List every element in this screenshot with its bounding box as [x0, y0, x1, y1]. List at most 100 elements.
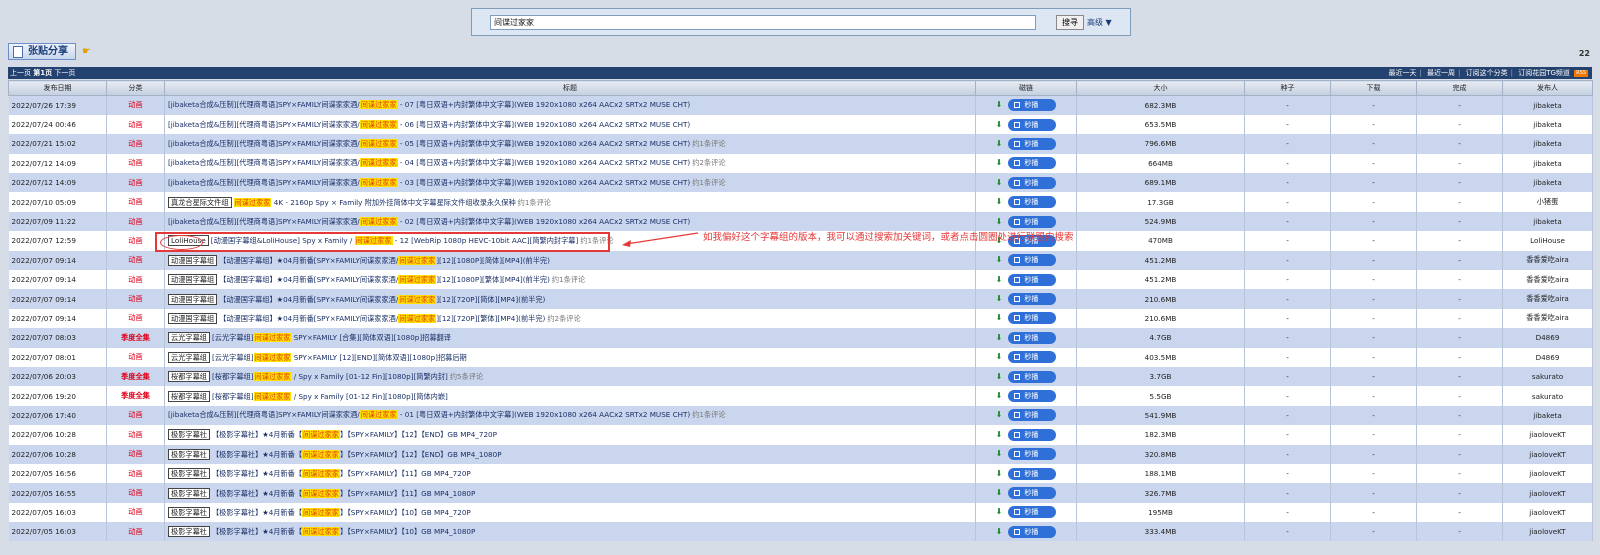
row-uploader-link[interactable]: 香香爱吃aira [1502, 308, 1593, 329]
team-tag-link[interactable]: LoliHouse [168, 235, 209, 247]
instant-play-button[interactable]: 秒播 [1008, 409, 1057, 422]
header-col-uploader[interactable]: 发布人 [1502, 80, 1593, 96]
row-uploader-link[interactable]: D4869 [1502, 328, 1593, 348]
download-arrow-icon[interactable]: ⬇ [996, 391, 1003, 400]
title-link[interactable]: [jibaketa合成&压制][代理商粤语]SPY×FAMILY间谍家家酒/间谍… [168, 100, 690, 110]
title-link[interactable]: [jibaketa合成&压制][代理商粤语]SPY×FAMILY间谍家家酒/间谍… [168, 177, 690, 187]
instant-play-button[interactable]: 秒播 [1008, 428, 1057, 441]
title-link[interactable]: 【极影字幕社】★4月新番【间谍过家家】【SPY×FAMILY】【10】GB MP… [212, 507, 471, 517]
team-tag-link[interactable]: 动漫国字幕组 [168, 312, 218, 324]
download-arrow-icon[interactable]: ⬇ [996, 507, 1003, 516]
download-arrow-icon[interactable]: ⬇ [996, 100, 1003, 109]
instant-play-button[interactable]: 秒播 [1008, 196, 1057, 209]
row-uploader-link[interactable]: jiaoloveKT [1502, 425, 1593, 445]
instant-play-button[interactable]: 秒播 [1008, 234, 1057, 247]
title-link[interactable]: [jibaketa合成&压制][代理商粤语]SPY×FAMILY间谍家家酒/间谍… [168, 410, 690, 420]
title-link[interactable]: 【动漫国字幕组】★04月新番[SPY×FAMILY间谍家家酒/间谍过家家][12… [219, 313, 545, 323]
row-category-link[interactable]: 动画 [106, 231, 165, 251]
title-link[interactable]: [jibaketa合成&压制][代理商粤语]SPY×FAMILY间谍家家酒/间谍… [168, 138, 690, 148]
title-link[interactable]: [桜都字幕组]间谍过家家 / Spy x Family [01-12 Fin][… [212, 391, 448, 401]
row-category-link[interactable]: 动画 [106, 95, 165, 115]
row-uploader-link[interactable]: 香香爱吃aira [1502, 250, 1593, 271]
header-col-completed[interactable]: 完成 [1416, 80, 1503, 96]
row-category-link[interactable]: 季度全集 [106, 366, 165, 387]
header-col-magnet[interactable]: 磁链 [975, 80, 1077, 96]
team-tag-link[interactable]: 真龙合星际文件组 [168, 196, 232, 208]
title-link[interactable]: 【动漫国字幕组】★04月新番[SPY×FAMILY间谍家家酒/间谍过家家][12… [219, 255, 550, 265]
title-link[interactable]: [动漫国字幕组&LoliHouse] Spy x Family / 间谍过家家 … [211, 236, 578, 246]
row-category-link[interactable]: 动画 [106, 425, 165, 445]
download-arrow-icon[interactable]: ⬇ [996, 469, 1003, 478]
row-uploader-link[interactable]: jibaketa [1502, 211, 1593, 232]
row-category-link[interactable]: 季度全集 [106, 328, 165, 348]
download-arrow-icon[interactable]: ⬇ [996, 313, 1003, 322]
instant-play-button[interactable]: 秒播 [1008, 137, 1057, 150]
team-tag-link[interactable]: 桜都字幕组 [168, 371, 210, 383]
instant-play-button[interactable]: 秒播 [1008, 525, 1057, 538]
row-uploader-link[interactable]: 香香爱吃aira [1502, 270, 1593, 290]
search-input[interactable] [490, 15, 1036, 30]
subscribe-category-link[interactable]: 订阅这个分类 [1466, 69, 1508, 77]
row-uploader-link[interactable]: jibaketa [1502, 134, 1593, 154]
download-arrow-icon[interactable]: ⬇ [996, 372, 1003, 381]
row-uploader-link[interactable]: 小猪蛋 [1502, 192, 1593, 212]
download-arrow-icon[interactable]: ⬇ [996, 217, 1003, 226]
header-col-title[interactable]: 标题 [164, 80, 976, 96]
team-tag-link[interactable]: 极影字幕社 [168, 429, 210, 441]
instant-play-button[interactable]: 秒播 [1008, 118, 1057, 131]
title-link[interactable]: 【动漫国字幕组】★04月新番[SPY×FAMILY间谍家家酒/间谍过家家][12… [219, 275, 550, 285]
download-arrow-icon[interactable]: ⬇ [996, 488, 1003, 497]
title-link[interactable]: 【动漫国字幕组】★04月新番[SPY×FAMILY间谍家家酒/间谍过家家][12… [219, 294, 545, 304]
download-arrow-icon[interactable]: ⬇ [996, 430, 1003, 439]
title-link[interactable]: [云光字幕组]间谍过家家 SPY×FAMILY [12][END][简体双语][… [212, 352, 467, 362]
row-category-link[interactable]: 动画 [106, 250, 165, 271]
download-arrow-icon[interactable]: ⬇ [996, 255, 1003, 264]
title-link[interactable]: 【极影字幕社】★4月新番【间谍过家家】【SPY×FAMILY】【11】GB MP… [212, 469, 471, 479]
row-uploader-link[interactable]: jiaoloveKT [1502, 502, 1593, 523]
title-link[interactable]: 【极影字幕社】★4月新番【间谍过家家】【SPY×FAMILY】【10】GB MP… [212, 527, 475, 537]
header-col-seeds[interactable]: 种子 [1244, 80, 1331, 96]
row-category-link[interactable]: 动画 [106, 405, 165, 426]
row-category-link[interactable]: 动画 [106, 173, 165, 193]
row-uploader-link[interactable]: sakurato [1502, 366, 1593, 387]
team-tag-link[interactable]: 动漫国字幕组 [168, 274, 218, 286]
title-link[interactable]: 【极影字幕社】★4月新番【间谍过家家】【SPY×FAMILY】【12】【END】… [212, 449, 502, 459]
search-button[interactable]: 搜寻 [1056, 15, 1084, 30]
title-link[interactable]: 间谍过家家 4K - 2160p Spy × Family 附加外挂简体中文字幕… [233, 197, 516, 207]
team-tag-link[interactable]: 云光字幕组 [168, 351, 210, 363]
row-uploader-link[interactable]: jiaoloveKT [1502, 444, 1593, 464]
row-category-link[interactable]: 动画 [106, 347, 165, 367]
title-link[interactable]: [桜都字幕组]间谍过家家 / Spy x Family [01-12 Fin][… [212, 372, 448, 382]
title-link[interactable]: [jibaketa合成&压制][代理商粤语]SPY×FAMILY间谍家家酒/间谍… [168, 119, 690, 129]
instant-play-button[interactable]: 秒播 [1008, 157, 1057, 170]
row-uploader-link[interactable]: jibaketa [1502, 405, 1593, 426]
team-tag-link[interactable]: 桜都字幕组 [168, 390, 210, 402]
row-category-link[interactable]: 动画 [106, 134, 165, 154]
row-uploader-link[interactable]: jiaoloveKT [1502, 522, 1593, 542]
instant-play-button[interactable]: 秒播 [1008, 467, 1057, 480]
instant-play-button[interactable]: 秒播 [1008, 331, 1057, 344]
rss-icon[interactable]: RSS [1574, 70, 1588, 77]
team-tag-link[interactable]: 极影字幕社 [168, 506, 210, 518]
row-category-link[interactable]: 季度全集 [106, 386, 165, 406]
row-category-link[interactable]: 动画 [106, 463, 165, 484]
download-arrow-icon[interactable]: ⬇ [996, 236, 1003, 245]
team-tag-link[interactable]: 极影字幕社 [168, 487, 210, 499]
download-arrow-icon[interactable]: ⬇ [996, 527, 1003, 536]
instant-play-button[interactable]: 秒播 [1008, 254, 1057, 267]
row-category-link[interactable]: 动画 [106, 522, 165, 542]
download-arrow-icon[interactable]: ⬇ [996, 139, 1003, 148]
row-uploader-link[interactable]: jiaoloveKT [1502, 463, 1593, 484]
team-tag-link[interactable]: 云光字幕组 [168, 332, 210, 344]
row-category-link[interactable]: 动画 [106, 483, 165, 503]
last-day-link[interactable]: 最近一天 [1388, 69, 1416, 77]
instant-play-button[interactable]: 秒播 [1008, 312, 1057, 325]
row-category-link[interactable]: 动画 [106, 308, 165, 329]
download-arrow-icon[interactable]: ⬇ [996, 449, 1003, 458]
row-uploader-link[interactable]: jibaketa [1502, 114, 1593, 135]
title-link[interactable]: 【极影字幕社】★4月新番【间谍过家家】【SPY×FAMILY】【11】GB MP… [212, 488, 475, 498]
instant-play-button[interactable]: 秒播 [1008, 215, 1057, 228]
download-arrow-icon[interactable]: ⬇ [996, 158, 1003, 167]
title-link[interactable]: [云光字幕组]间谍过家家 SPY×FAMILY [合集][简体双语][1080p… [212, 333, 451, 343]
header-col-size[interactable]: 大小 [1076, 80, 1245, 96]
